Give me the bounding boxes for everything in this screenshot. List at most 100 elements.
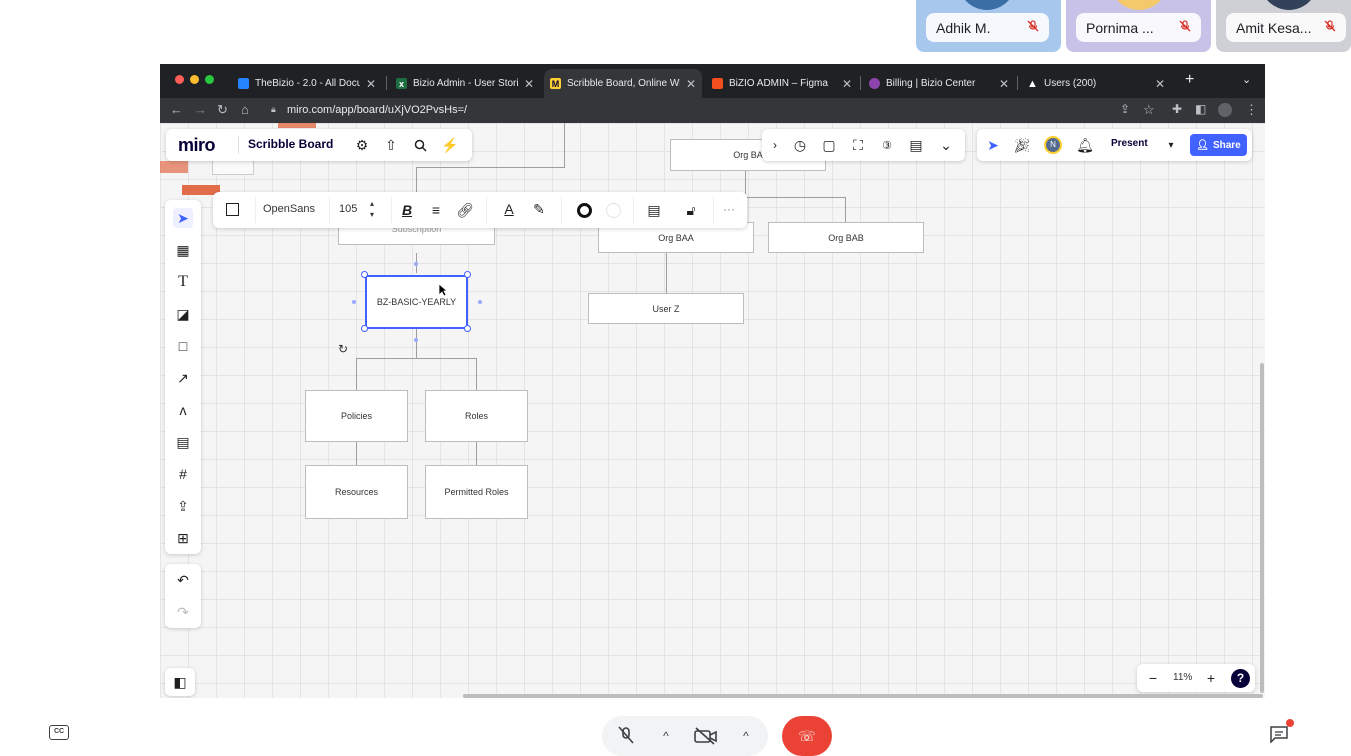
zoom-in-icon[interactable]: + <box>1203 670 1219 686</box>
mic-options-chevron-icon[interactable]: ^ <box>658 728 674 744</box>
upload-tool-icon[interactable]: ⇪ <box>173 496 193 516</box>
browser-tab[interactable]: x Bizio Admin - User Stories ✕ <box>390 69 540 98</box>
celebrate-icon[interactable]: 🎉︎ <box>1013 137 1031 153</box>
border-color-icon[interactable] <box>577 203 592 218</box>
frame-tool-icon[interactable]: # <box>173 464 193 484</box>
font-size-stepper-icon[interactable]: ▴ ▾ <box>370 198 374 220</box>
board-name[interactable]: Scribble Board <box>248 137 333 151</box>
shape-type-icon[interactable] <box>226 203 239 216</box>
node-bz-basic-yearly-selected[interactable]: BZ-BASIC-YEARLY <box>365 275 468 329</box>
url-field[interactable]: miro.com/app/board/uXjVO2PvsHs=/ <box>287 101 467 120</box>
forward-arrow-icon[interactable]: → <box>194 102 207 117</box>
link-icon[interactable]: 🔗︎ <box>456 202 474 218</box>
align-center-icon[interactable]: ≡ <box>428 202 444 218</box>
lock-icon[interactable]: 🔓︎ <box>683 202 699 218</box>
chevron-right-icon[interactable]: › <box>768 137 782 153</box>
bookmark-star-icon[interactable]: ☆ <box>1143 102 1155 118</box>
node-roles[interactable]: Roles <box>425 390 528 442</box>
browser-tab[interactable]: Billing | Bizio Center ✕ <box>863 69 1015 98</box>
back-arrow-icon[interactable]: ← <box>170 102 183 117</box>
export-upload-icon[interactable]: ⇧ <box>383 137 399 153</box>
settings-gear-icon[interactable]: ⚙ <box>354 137 370 153</box>
browser-tab[interactable]: BiZIO ADMIN – Figma ✕ <box>706 69 858 98</box>
integrations-plug-icon[interactable]: ⚡ <box>441 137 458 153</box>
connector-dot[interactable] <box>414 338 418 342</box>
mic-off-icon[interactable] <box>616 724 636 748</box>
rotate-icon[interactable]: ↻ <box>338 342 348 356</box>
help-button[interactable]: ? <box>1231 669 1250 688</box>
connector-dot[interactable] <box>352 300 356 304</box>
new-tab-button[interactable]: + <box>1185 71 1194 89</box>
resize-handle[interactable] <box>464 271 471 278</box>
close-tab-icon[interactable]: ✕ <box>524 77 534 91</box>
camera-off-icon[interactable] <box>692 724 720 748</box>
more-apps-icon[interactable]: ⊞ <box>173 528 193 548</box>
browser-tab[interactable]: TheBizio - 2.0 - All Docum ✕ <box>232 69 382 98</box>
templates-icon[interactable]: ▦ <box>173 240 193 260</box>
close-window-button[interactable] <box>175 75 184 84</box>
sidebar-icon[interactable]: ◧ <box>1195 102 1206 116</box>
resize-handle[interactable] <box>361 325 368 332</box>
node-resources[interactable]: Resources <box>305 465 408 519</box>
board-shape[interactable] <box>212 159 254 175</box>
notification-bell-icon[interactable]: 🔔︎ <box>1076 137 1094 153</box>
minimize-window-button[interactable] <box>190 75 199 84</box>
participant-tile[interactable]: Amit Kesa... <box>1216 0 1351 52</box>
undo-icon[interactable]: ↶ <box>173 570 193 590</box>
sticky-note-tool-icon[interactable]: ◪ <box>173 304 193 324</box>
double-chevron-down-icon[interactable]: ⌄ <box>938 137 954 153</box>
resize-handle[interactable] <box>464 325 471 332</box>
comment-tool-icon[interactable]: ▤ <box>173 432 193 452</box>
profile-avatar[interactable] <box>1218 103 1232 117</box>
connector-dot[interactable] <box>414 262 418 266</box>
search-icon[interactable] <box>412 137 428 153</box>
zoom-level[interactable]: 11% <box>1173 672 1192 683</box>
extensions-icon[interactable]: ✚ <box>1172 102 1182 116</box>
font-family-select[interactable]: OpenSans <box>263 203 315 215</box>
node-org-bab[interactable]: Org BAB <box>768 222 924 253</box>
browser-tab[interactable]: ▲ Users (200) ✕ <box>1021 69 1171 98</box>
font-size-input[interactable]: 105 <box>339 203 357 215</box>
comment-icon[interactable]: ▤ <box>646 202 662 218</box>
node-permitted-roles[interactable]: Permitted Roles <box>425 465 528 519</box>
bold-icon[interactable]: B <box>399 202 415 218</box>
close-tab-icon[interactable]: ✕ <box>999 77 1009 91</box>
connector-arrow-icon[interactable]: ↗ <box>173 368 193 388</box>
participant-tile[interactable]: Pornima ... <box>1066 0 1211 52</box>
close-tab-icon[interactable]: ✕ <box>842 77 852 91</box>
close-tab-icon[interactable]: ✕ <box>686 77 696 91</box>
participant-tile[interactable]: Adhik M. <box>916 0 1061 52</box>
text-tool-icon[interactable]: T <box>173 272 193 292</box>
frame-focus-icon[interactable]: ⛶ <box>850 137 866 153</box>
more-options-icon[interactable]: ··· <box>723 202 735 216</box>
highlighter-icon[interactable]: ✎ <box>531 201 547 217</box>
chat-icon[interactable] <box>1268 724 1290 744</box>
tab-search-chevron-icon[interactable]: ⌄ <box>1242 73 1251 86</box>
chevron-down-icon[interactable]: ▾ <box>1164 137 1178 153</box>
leave-call-button[interactable]: ☏ <box>782 716 832 756</box>
node-user-z[interactable]: User Z <box>588 293 744 324</box>
cursor-filter-icon[interactable]: ➤ <box>985 137 1001 153</box>
zoom-out-icon[interactable]: − <box>1145 670 1161 686</box>
browser-menu-icon[interactable]: ⋮ <box>1245 102 1258 118</box>
node-policies[interactable]: Policies <box>305 390 408 442</box>
frames-panel-toggle[interactable]: ◧ <box>165 668 195 696</box>
board-sticky[interactable] <box>160 161 188 173</box>
vertical-scrollbar[interactable] <box>1260 363 1264 693</box>
miro-board-canvas[interactable]: Subscription Org BA Org BAA Org BAB User… <box>160 123 1265 698</box>
present-button[interactable]: Present <box>1111 138 1148 149</box>
share-page-icon[interactable]: ⇪ <box>1120 102 1130 116</box>
close-tab-icon[interactable]: ✕ <box>366 77 376 91</box>
board-sticky[interactable] <box>278 123 316 128</box>
reload-icon[interactable]: ↻ <box>217 102 228 118</box>
captions-button[interactable]: CC <box>49 725 69 740</box>
share-button[interactable]: 👤︎ Share <box>1190 134 1247 156</box>
home-icon[interactable]: ⌂ <box>241 102 249 117</box>
miro-logo[interactable]: miro <box>178 135 216 156</box>
sticky-note-icon[interactable]: ▢ <box>821 137 837 153</box>
connector-dot[interactable] <box>478 300 482 304</box>
maximize-window-button[interactable] <box>205 75 214 84</box>
timer-icon[interactable]: ◷ <box>792 137 808 153</box>
camera-options-chevron-icon[interactable]: ^ <box>738 728 754 744</box>
resize-handle[interactable] <box>361 271 368 278</box>
